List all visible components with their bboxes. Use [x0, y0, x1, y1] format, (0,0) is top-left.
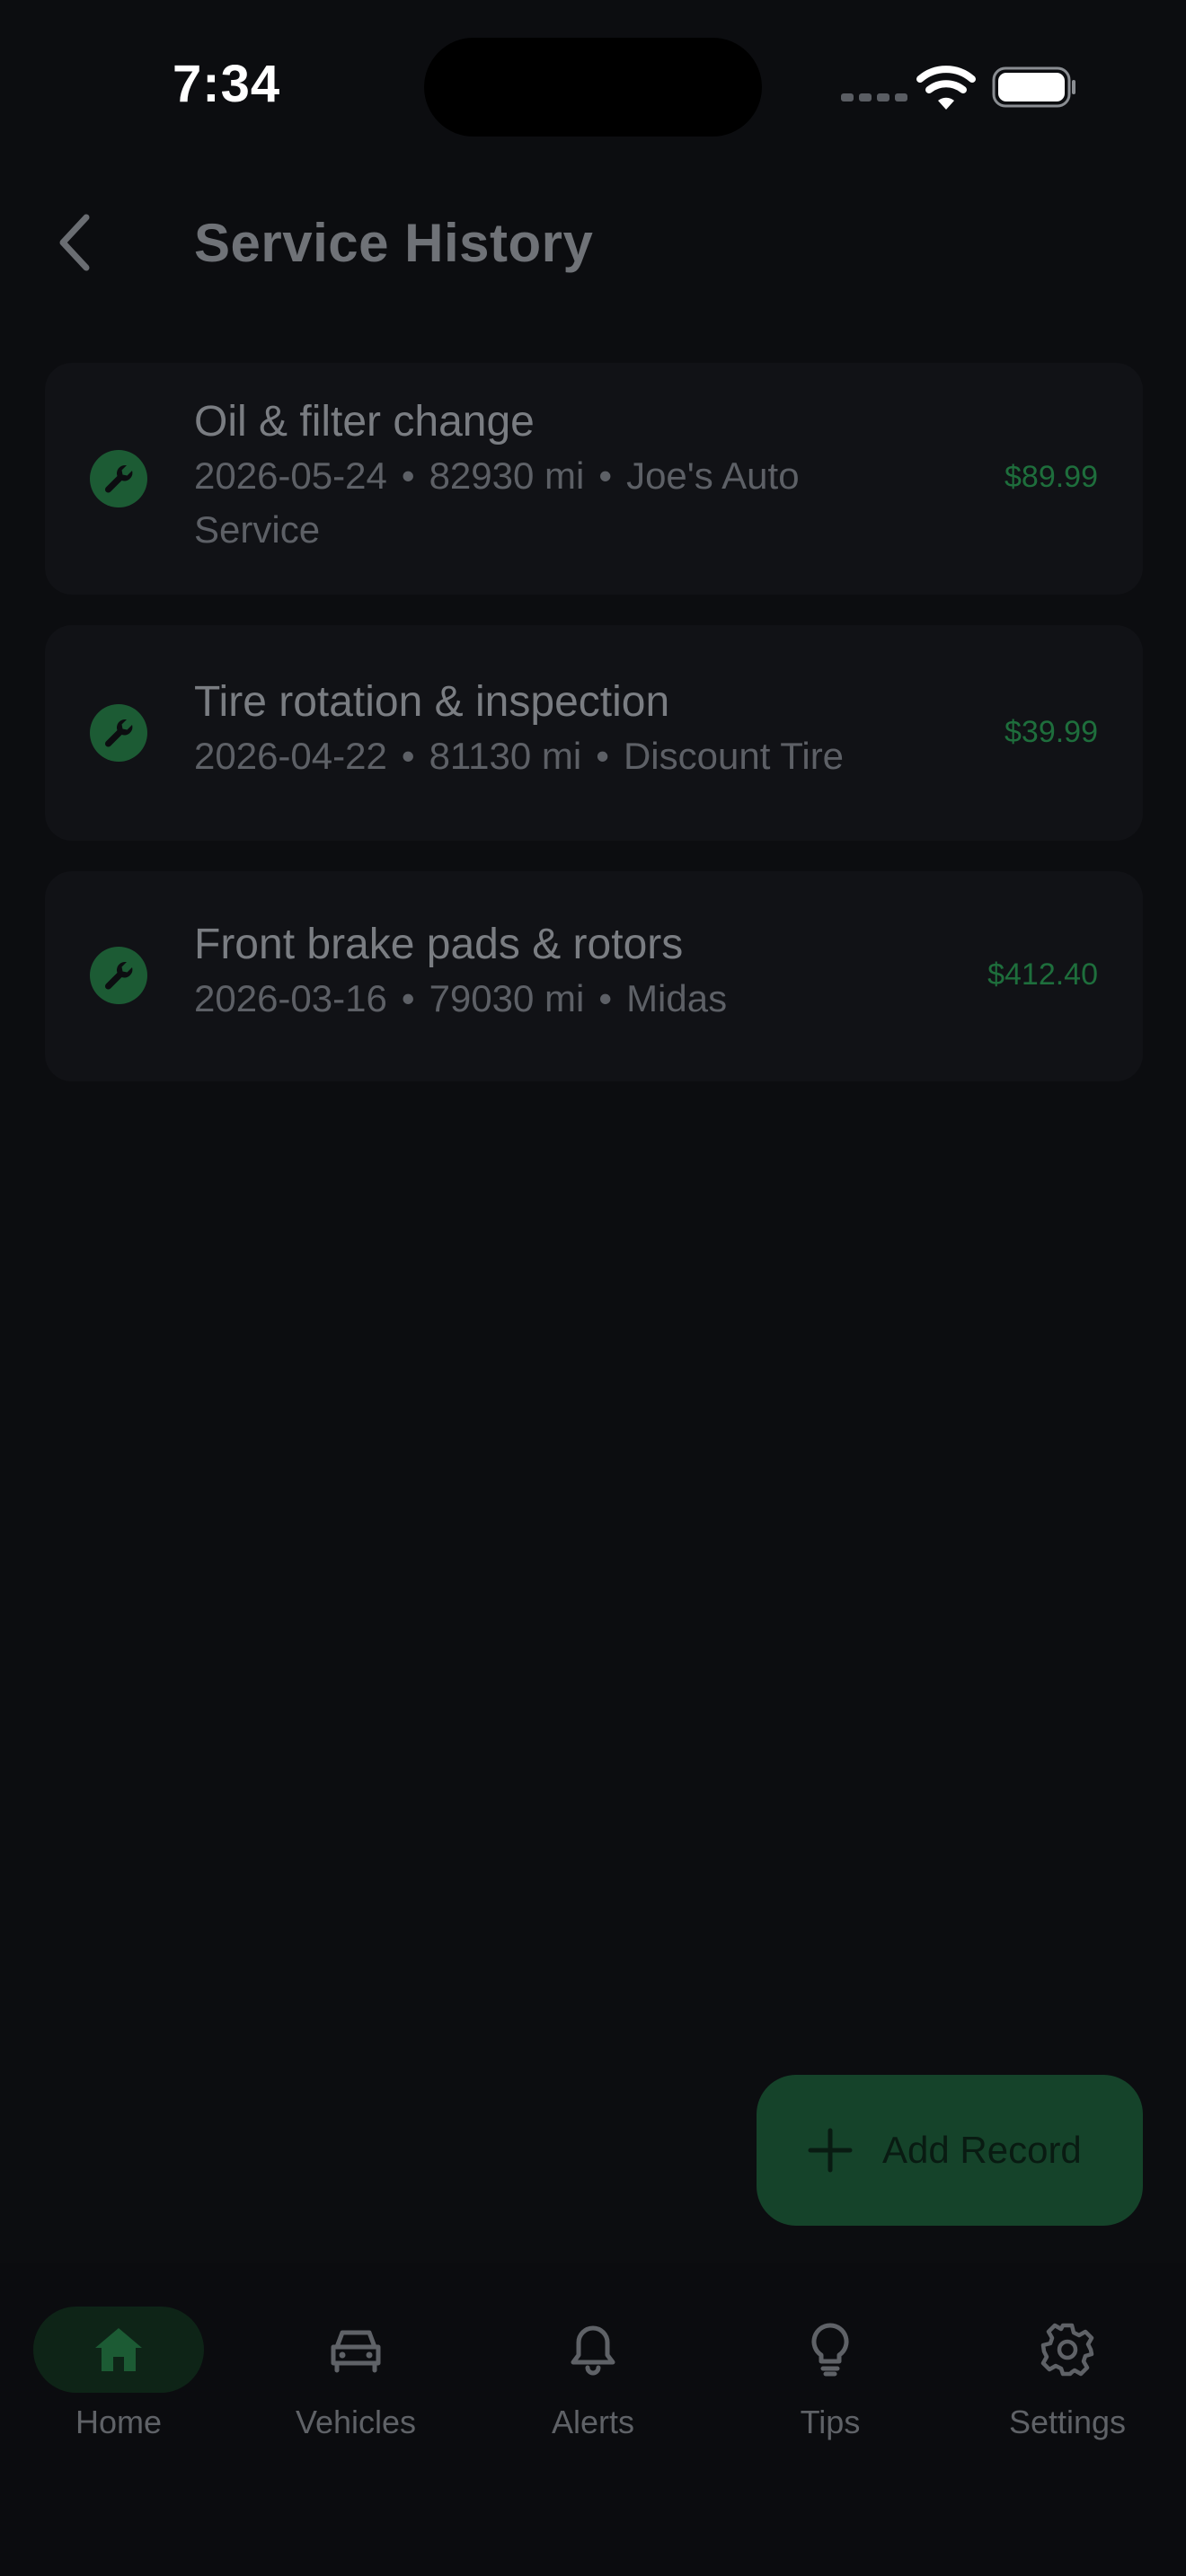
nav-item-alerts[interactable]: Alerts [494, 2307, 692, 2468]
nav-item-home[interactable]: Home [20, 2307, 217, 2468]
separator: • [598, 454, 613, 497]
record-cost: $89.99 [1005, 460, 1098, 494]
nav-label: Tips [800, 2404, 861, 2440]
home-icon [95, 2328, 142, 2371]
nav-label: Home [75, 2404, 163, 2440]
record-shop-continued: Service [194, 508, 321, 551]
nav-label: Alerts [551, 2404, 635, 2440]
service-history-screen: 7:34 Service History Oil & filter change… [0, 0, 1186, 2576]
plus-icon [808, 2128, 853, 2173]
record-date: 2026-04-22 [194, 735, 387, 777]
bottom-navigation: Home Vehicles Alerts Tips Settings [0, 2263, 1186, 2576]
lightbulb-icon [811, 2323, 849, 2377]
wrench-icon [90, 947, 147, 1004]
service-record-card[interactable]: Tire rotation & inspection 2026-04-22 • 81… [45, 625, 1143, 841]
record-date: 2026-05-24 [194, 454, 387, 497]
record-title: Tire rotation & inspection [194, 678, 670, 726]
record-mileage: 79030 mi [429, 977, 585, 1019]
record-shop: Midas [626, 977, 728, 1019]
record-title: Front brake pads & rotors [194, 921, 684, 968]
separator: • [401, 454, 415, 497]
nav-item-tips[interactable]: Tips [731, 2307, 929, 2468]
nav-label: Settings [1008, 2404, 1127, 2440]
status-time: 7:34 [173, 55, 281, 113]
record-shop: Discount Tire [623, 735, 845, 777]
add-record-button[interactable]: Add Record [757, 2075, 1143, 2226]
wrench-icon [90, 704, 147, 762]
signal-icon [841, 93, 907, 101]
nav-item-vehicles[interactable]: Vehicles [257, 2307, 455, 2468]
record-date: 2026-03-16 [194, 977, 387, 1019]
record-shop: Joe's Auto [626, 454, 800, 497]
wrench-icon [90, 450, 147, 507]
record-meta: 2026-05-24 • 82930 mi • Joe's Auto [194, 449, 800, 503]
record-mileage: 81130 mi [429, 735, 582, 777]
nav-label: Vehicles [295, 2404, 417, 2440]
record-meta: 2026-03-16 • 79030 mi • Midas [194, 972, 727, 1026]
add-record-label: Add Record [882, 2129, 1082, 2171]
service-record-card[interactable]: Front brake pads & rotors 2026-03-16 • 790… [45, 871, 1143, 1081]
record-meta: 2026-04-22 • 81130 mi • Discount Tire [194, 729, 844, 783]
record-cost: $39.99 [1005, 715, 1098, 749]
separator: • [401, 735, 415, 777]
car-icon [331, 2330, 381, 2373]
dynamic-island [424, 38, 762, 137]
record-cost: $412.40 [987, 957, 1098, 992]
record-mileage: 82930 mi [429, 454, 585, 497]
back-button[interactable] [47, 208, 104, 277]
separator: • [401, 977, 415, 1019]
separator: • [598, 977, 613, 1019]
page-title: Service History [194, 213, 594, 273]
record-title: Oil & filter change [194, 398, 535, 446]
wifi-icon [916, 66, 976, 110]
separator: • [596, 735, 609, 777]
gear-icon [1040, 2323, 1094, 2377]
bell-icon [571, 2325, 615, 2376]
battery-icon [992, 66, 1075, 108]
nav-item-settings[interactable]: Settings [969, 2307, 1166, 2468]
service-record-card[interactable]: Oil & filter change 2026-05-24 • 82930 mi •… [45, 363, 1143, 595]
